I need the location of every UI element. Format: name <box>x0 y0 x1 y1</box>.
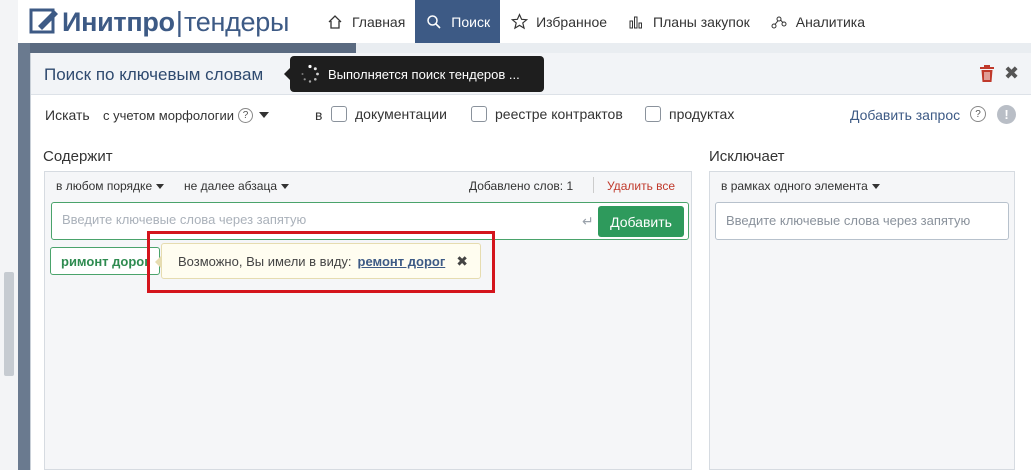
add-query-link[interactable]: Добавить запрос <box>850 107 960 123</box>
nav-label-analytics: Аналитика <box>795 13 866 30</box>
checkbox-box[interactable] <box>471 106 487 122</box>
keyword-chip[interactable]: римонт дорог <box>50 247 160 275</box>
logo-icon <box>29 8 58 34</box>
scope-dropdown-value: в рамках одного элемента <box>721 179 868 193</box>
nav-item-analytics[interactable]: Аналитика <box>760 0 875 43</box>
nav-label-search: Поиск <box>451 13 491 30</box>
enter-icon: ↵ <box>582 213 594 229</box>
overlay-backdrop-side <box>18 43 30 470</box>
morphology-select[interactable]: с учетом морфологии ? <box>103 103 287 127</box>
nav-item-plans[interactable]: Планы закупок <box>617 0 760 43</box>
contains-keyword-input[interactable] <box>62 212 562 227</box>
contains-title: Содержит <box>43 148 113 165</box>
main-nav: Главная Поиск Избранное Планы закупок Ан… <box>316 0 875 43</box>
divider <box>593 177 594 193</box>
excludes-input-wrap <box>715 202 1009 240</box>
overlay-backdrop <box>18 43 356 53</box>
checkbox-label: продуктах <box>669 106 735 122</box>
top-navbar: Инитпро | тендеры Главная Поиск Избранно… <box>0 0 1031 43</box>
add-keyword-button[interactable]: Добавить <box>598 206 684 237</box>
bar-chart-icon <box>627 13 645 31</box>
order-dropdown[interactable]: в любом порядке <box>56 179 165 193</box>
search-icon <box>425 13 443 31</box>
order-dropdown-value: в любом порядке <box>56 179 153 193</box>
logo-separator: | <box>175 6 184 37</box>
highlight-box <box>147 231 495 293</box>
delete-all-link[interactable]: Удалить все <box>607 179 675 193</box>
nav-item-favorites[interactable]: Избранное <box>500 0 617 43</box>
distance-dropdown-value: не далее абзаца <box>184 179 277 193</box>
warning-icon[interactable]: ! <box>997 105 1016 124</box>
nav-item-home[interactable]: Главная <box>316 0 415 43</box>
modal-title: Поиск по ключевым словам <box>44 65 264 84</box>
chevron-down-icon <box>281 183 289 189</box>
trash-icon[interactable] <box>979 65 995 83</box>
logo-text-light: тендеры <box>184 6 290 37</box>
toast-text: Выполняется поиск тендеров ... <box>328 66 520 82</box>
checkbox-box[interactable] <box>645 106 661 122</box>
chevron-down-icon <box>156 183 165 189</box>
contains-toolbar: в любом порядке не далее абзаца Добавлен… <box>45 172 691 198</box>
checkbox-documentation[interactable]: документации <box>331 106 447 122</box>
spinner-icon <box>301 64 319 83</box>
analytics-icon <box>770 13 788 31</box>
search-options-row: Искать с учетом морфологии ? в документа… <box>31 95 1031 135</box>
chevron-down-icon <box>871 183 880 189</box>
checkbox-box[interactable] <box>331 106 347 122</box>
nav-label-plans: Планы закупок <box>653 13 750 30</box>
nav-item-search[interactable]: Поиск <box>415 0 501 43</box>
star-icon <box>510 13 528 31</box>
page-scrollbar[interactable] <box>4 272 14 376</box>
chevron-down-icon <box>259 112 270 118</box>
logo-text-bold: Инитпро <box>62 6 175 37</box>
words-added-count: Добавлено слов: 1 <box>469 179 574 193</box>
checkbox-products[interactable]: продуктах <box>645 106 734 122</box>
scope-dropdown[interactable]: в рамках одного элемента <box>721 179 880 193</box>
page-left-gutter <box>0 43 18 470</box>
logo[interactable]: Инитпро | тендеры <box>28 4 289 40</box>
distance-dropdown[interactable]: не далее абзаца <box>184 179 289 193</box>
nav-label-home: Главная <box>352 13 406 30</box>
home-icon <box>326 13 344 31</box>
excludes-title: Исключает <box>709 148 785 165</box>
help-icon[interactable]: ? <box>238 107 254 123</box>
loading-toast: Выполняется поиск тендеров ... <box>284 56 544 92</box>
morphology-select-value: с учетом морфологии <box>103 107 235 123</box>
checkbox-label: реестре контрактов <box>495 106 623 122</box>
help-icon[interactable]: ? <box>970 106 986 122</box>
excludes-keyword-input[interactable] <box>726 213 996 228</box>
in-label: в <box>315 107 323 123</box>
keyword-search-modal: Поиск по ключевым словам Выполняется пои… <box>30 53 1031 470</box>
close-icon[interactable]: ✖ <box>1004 64 1019 82</box>
checkbox-contracts-registry[interactable]: реестре контрактов <box>471 106 623 122</box>
left-strip <box>0 0 18 43</box>
excludes-panel: в рамках одного элемента <box>709 171 1015 470</box>
modal-header: Поиск по ключевым словам Выполняется пои… <box>31 53 1031 95</box>
checkbox-label: документации <box>355 106 447 122</box>
search-label: Искать <box>45 107 90 123</box>
nav-label-favorites: Избранное <box>536 13 608 30</box>
contains-panel: в любом порядке не далее абзаца Добавлен… <box>44 171 692 470</box>
